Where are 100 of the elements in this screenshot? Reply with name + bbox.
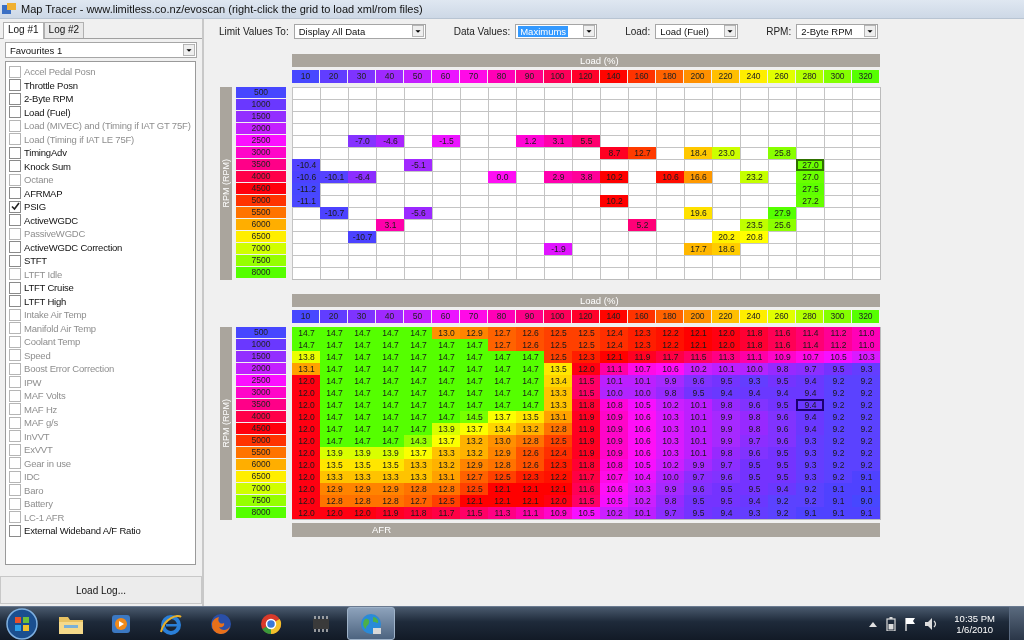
row-header: 5000: [236, 195, 286, 206]
column-header: 10: [292, 70, 319, 83]
table-cell: 11.1: [740, 351, 768, 363]
row-header: 1000: [236, 99, 286, 110]
table-cell: 14.7: [348, 435, 376, 447]
checkbox[interactable]: [9, 79, 21, 92]
show-desktop-button[interactable]: [1009, 607, 1024, 640]
tab[interactable]: Log #2: [43, 22, 85, 38]
table-cell: 10.8: [600, 399, 628, 411]
checkbox-label: Accel Pedal Posn: [24, 66, 96, 78]
table-cell: 12.1: [684, 339, 712, 351]
checkbox[interactable]: [9, 214, 21, 227]
table-cell: 14.7: [432, 387, 460, 399]
table-cell: 14.7: [376, 339, 404, 351]
filter-label: RPM:: [766, 25, 792, 37]
checkbox[interactable]: [9, 160, 21, 173]
tab[interactable]: Log #1: [3, 22, 44, 39]
row-header: 2000: [236, 363, 286, 374]
table-cell: -5.1: [404, 159, 432, 171]
flag-icon[interactable]: [904, 616, 917, 631]
table-cell: 13.9: [348, 447, 376, 459]
checkbox[interactable]: [9, 295, 21, 308]
filter-dropdown[interactable]: 2-Byte RPM: [796, 23, 879, 39]
table-cell: 12.5: [544, 435, 572, 447]
table-cell: 10.6: [600, 483, 628, 495]
column-header: 30: [348, 70, 375, 83]
table-cell: 12.8: [488, 459, 516, 471]
table-cell: 10.2: [684, 363, 712, 375]
table-cell: 12.3: [572, 351, 600, 363]
table-cell: 13.4: [488, 423, 516, 435]
table-cell: 10.0: [600, 387, 628, 399]
table-cell: 18.6: [712, 243, 740, 255]
table-cell: 11.0: [852, 327, 880, 339]
table-cell: 10.6: [656, 171, 684, 183]
table-cell: 14.7: [404, 363, 432, 375]
table-cell: 14.7: [404, 423, 432, 435]
column-header: 80: [488, 70, 515, 83]
table-cell: -11.2: [292, 183, 320, 195]
table-cell: 14.7: [376, 375, 404, 387]
table-cell: 13.5: [320, 459, 348, 471]
speaker-icon[interactable]: [924, 616, 939, 631]
table-cell: 11.9: [572, 435, 600, 447]
column-header: 140: [600, 310, 627, 323]
checkbox[interactable]: [9, 92, 21, 105]
table-cell: 10.2: [600, 171, 628, 183]
checkbox[interactable]: [9, 146, 21, 159]
table-cell: 10.9: [600, 423, 628, 435]
row-header: 8000: [236, 267, 286, 278]
column-header: 120: [572, 70, 599, 83]
checkbox[interactable]: [9, 241, 21, 254]
checkbox[interactable]: [9, 254, 21, 267]
checkbox[interactable]: [9, 281, 21, 294]
checkbox[interactable]: [9, 200, 21, 213]
table-cell: 14.7: [348, 387, 376, 399]
table-cell: 10.0: [740, 363, 768, 375]
load-log-button[interactable]: Load Log...: [0, 576, 202, 604]
table-cell: 9.1: [852, 483, 880, 495]
table-cell: 10.3: [852, 351, 880, 363]
table-cell: 11.2: [824, 327, 852, 339]
table-cell: 9.2: [824, 447, 852, 459]
table-cell: 13.2: [432, 459, 460, 471]
battery-icon[interactable]: [886, 616, 897, 631]
clock-date[interactable]: 1/6/2010: [956, 623, 994, 635]
table-cell: 9.6: [712, 471, 740, 483]
row-header: 3500: [236, 159, 286, 170]
table-cell: 11.6: [768, 327, 796, 339]
table-cell: 1.2: [516, 135, 544, 147]
table-cell: 11.5: [572, 387, 600, 399]
checkbox-label: IDC: [24, 471, 40, 483]
start-button[interactable]: [5, 606, 39, 640]
table-cell: -10.1: [320, 171, 348, 183]
table-cell: 13.1: [544, 411, 572, 423]
favourites-dropdown[interactable]: Favourites 1: [5, 42, 197, 58]
filter-dropdown[interactable]: Display All Data: [293, 23, 426, 39]
checkbox[interactable]: [9, 106, 21, 119]
checkbox[interactable]: [9, 187, 21, 200]
table-cell: 9.5: [740, 459, 768, 471]
table-cell: 13.7: [460, 423, 488, 435]
table-cell: 9.3: [852, 363, 880, 375]
table-cell: 23.5: [740, 219, 768, 231]
clock-time[interactable]: 10:35 PM: [954, 612, 995, 624]
filter-dropdown[interactable]: Load (Fuel): [655, 23, 739, 39]
row-header: 1500: [236, 351, 286, 362]
table-cell: 14.7: [376, 363, 404, 375]
table-cell: 14.7: [516, 375, 544, 387]
checkbox-label: Load (Timing if IAT LE 75F): [24, 133, 135, 145]
table-cell: -4.6: [376, 135, 404, 147]
table-cell: 13.5: [516, 411, 544, 423]
table-cell: 14.7: [516, 363, 544, 375]
table-cell: 5.2: [628, 219, 656, 231]
column-header: 120: [572, 310, 599, 323]
table-cell: 11.1: [600, 363, 628, 375]
checkbox[interactable]: [9, 524, 21, 537]
table-cell: 10.2: [628, 495, 656, 507]
column-header: 240: [740, 310, 767, 323]
column-header: 60: [432, 70, 459, 83]
table-cell: 14.7: [320, 327, 348, 339]
table-cell: 27.5: [796, 183, 824, 195]
table-cell: 14.7: [516, 387, 544, 399]
table-cell: 10.5: [628, 399, 656, 411]
